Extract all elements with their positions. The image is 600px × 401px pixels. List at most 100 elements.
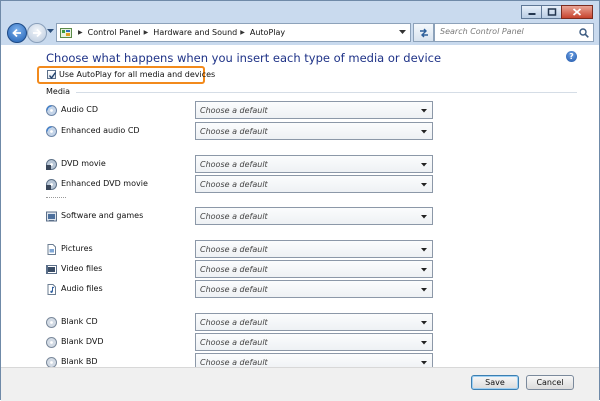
select-value: Choose a default	[200, 180, 268, 189]
select-value: Choose a default	[200, 245, 268, 254]
default-action-select[interactable]: Choose a default	[195, 280, 433, 298]
back-arrow-icon	[12, 28, 21, 38]
search-placeholder: Search Control Panel	[440, 27, 524, 36]
blank-disc-icon	[46, 317, 57, 328]
chevron-down-icon	[421, 288, 427, 292]
media-row-enhanced-audio-cd: Enhanced audio CD Choose a default	[46, 122, 436, 140]
media-row-label: Software and games	[61, 211, 144, 220]
page-title: Choose what happens when you insert each…	[46, 51, 442, 65]
recent-pages-dropdown-icon[interactable]	[47, 29, 54, 34]
divider-stub	[46, 197, 66, 200]
breadcrumb-separator-icon[interactable]: ▶	[240, 29, 245, 36]
media-row-audio-cd: Audio CD Choose a default	[46, 101, 436, 119]
media-row-video-files: Video files Choose a default	[46, 260, 436, 278]
media-row-audio-files: Audio files Choose a default	[46, 280, 436, 298]
select-value: Choose a default	[200, 127, 268, 136]
breadcrumb-autoplay[interactable]: AutoPlay	[250, 28, 285, 37]
chevron-down-icon	[421, 248, 427, 252]
help-icon[interactable]: ?	[566, 51, 577, 62]
default-action-select[interactable]: Choose a default	[195, 207, 433, 225]
select-value: Choose a default	[200, 338, 268, 347]
save-button[interactable]: Save	[471, 375, 519, 390]
control-panel-icon	[60, 27, 72, 38]
chevron-down-icon	[421, 321, 427, 325]
select-value: Choose a default	[200, 212, 268, 221]
search-input[interactable]: Search Control Panel	[434, 23, 594, 42]
back-button[interactable]	[7, 23, 27, 43]
refresh-icon	[420, 28, 428, 38]
media-row-label: Blank DVD	[61, 337, 104, 346]
default-action-select[interactable]: Choose a default	[195, 175, 433, 193]
select-value: Choose a default	[200, 358, 268, 367]
breadcrumb-separator-icon[interactable]: ▶	[144, 29, 149, 36]
default-action-select[interactable]: Choose a default	[195, 353, 433, 367]
autoplay-checkbox-label[interactable]: Use AutoPlay for all media and devices	[59, 70, 215, 79]
checkmark-icon	[48, 72, 57, 80]
chevron-down-icon	[421, 163, 427, 167]
search-icon[interactable]	[579, 28, 589, 38]
default-action-select[interactable]: Choose a default	[195, 122, 433, 140]
blank-disc-icon	[46, 357, 57, 367]
window-caption-buttons	[521, 5, 593, 19]
forward-arrow-icon	[33, 28, 42, 38]
media-row-blank-cd: Blank CD Choose a default	[46, 313, 436, 331]
navigation-bar: ▶ Control Panel ▶ Hardware and Sound ▶ A…	[1, 21, 599, 45]
footer-bar: Save Cancel	[1, 367, 599, 401]
chevron-down-icon	[421, 361, 427, 365]
breadcrumb-separator-icon: ▶	[78, 29, 83, 36]
default-action-select[interactable]: Choose a default	[195, 313, 433, 331]
select-value: Choose a default	[200, 106, 268, 115]
default-action-select[interactable]: Choose a default	[195, 155, 433, 173]
breadcrumb-control-panel[interactable]: Control Panel	[88, 28, 141, 37]
address-bar[interactable]: ▶ Control Panel ▶ Hardware and Sound ▶ A…	[56, 23, 411, 42]
breadcrumb-hardware-and-sound[interactable]: Hardware and Sound	[153, 28, 237, 37]
dvd-icon	[46, 159, 57, 170]
media-row-label: Audio CD	[61, 105, 99, 114]
chevron-down-icon	[421, 109, 427, 113]
default-action-select[interactable]: Choose a default	[195, 240, 433, 258]
chevron-down-icon	[421, 130, 427, 134]
autoplay-checkbox-row[interactable]: Use AutoPlay for all media and devices	[47, 70, 215, 80]
minimize-button[interactable]	[521, 5, 542, 19]
select-value: Choose a default	[200, 160, 268, 169]
chevron-down-icon	[421, 268, 427, 272]
chevron-down-icon	[421, 215, 427, 219]
close-icon	[572, 8, 582, 16]
media-row-label: Audio files	[61, 284, 103, 293]
media-row-label: Blank BD	[61, 357, 98, 366]
media-row-label: Video files	[61, 264, 103, 273]
default-action-select[interactable]: Choose a default	[195, 333, 433, 351]
media-row-label: DVD movie	[61, 159, 106, 168]
refresh-button[interactable]	[413, 23, 434, 42]
select-value: Choose a default	[200, 285, 268, 294]
blank-disc-icon	[46, 337, 57, 348]
default-action-select[interactable]: Choose a default	[195, 260, 433, 278]
video-file-icon	[46, 265, 57, 274]
maximize-icon	[547, 8, 556, 16]
dvd-icon	[46, 179, 57, 190]
media-row-label: Pictures	[61, 244, 93, 253]
autoplay-checkbox[interactable]	[47, 70, 57, 80]
select-value: Choose a default	[200, 318, 268, 327]
media-row-pictures: Pictures Choose a default	[46, 240, 436, 258]
autoplay-window: ▶ Control Panel ▶ Hardware and Sound ▶ A…	[0, 0, 600, 401]
cd-icon	[46, 105, 57, 116]
chevron-down-icon	[421, 183, 427, 187]
forward-button[interactable]	[27, 23, 47, 43]
media-row-label: Blank CD	[61, 317, 98, 326]
default-action-select[interactable]: Choose a default	[195, 101, 433, 119]
cancel-button[interactable]: Cancel	[526, 375, 574, 390]
media-row-dvd-movie: DVD movie Choose a default	[46, 155, 436, 173]
media-row-label: Enhanced DVD movie	[61, 179, 148, 188]
address-dropdown-icon[interactable]	[399, 30, 406, 35]
maximize-button[interactable]	[541, 5, 562, 19]
media-row-blank-dvd: Blank DVD Choose a default	[46, 333, 436, 351]
close-button[interactable]	[561, 5, 593, 19]
select-value: Choose a default	[200, 265, 268, 274]
group-divider	[76, 92, 577, 93]
content-pane: ? Choose what happens when you insert ea…	[1, 45, 599, 367]
chevron-down-icon	[421, 341, 427, 345]
picture-file-icon	[47, 244, 56, 255]
minimize-icon	[528, 13, 535, 15]
media-row-enhanced-dvd-movie: Enhanced DVD movie Choose a default	[46, 175, 436, 193]
